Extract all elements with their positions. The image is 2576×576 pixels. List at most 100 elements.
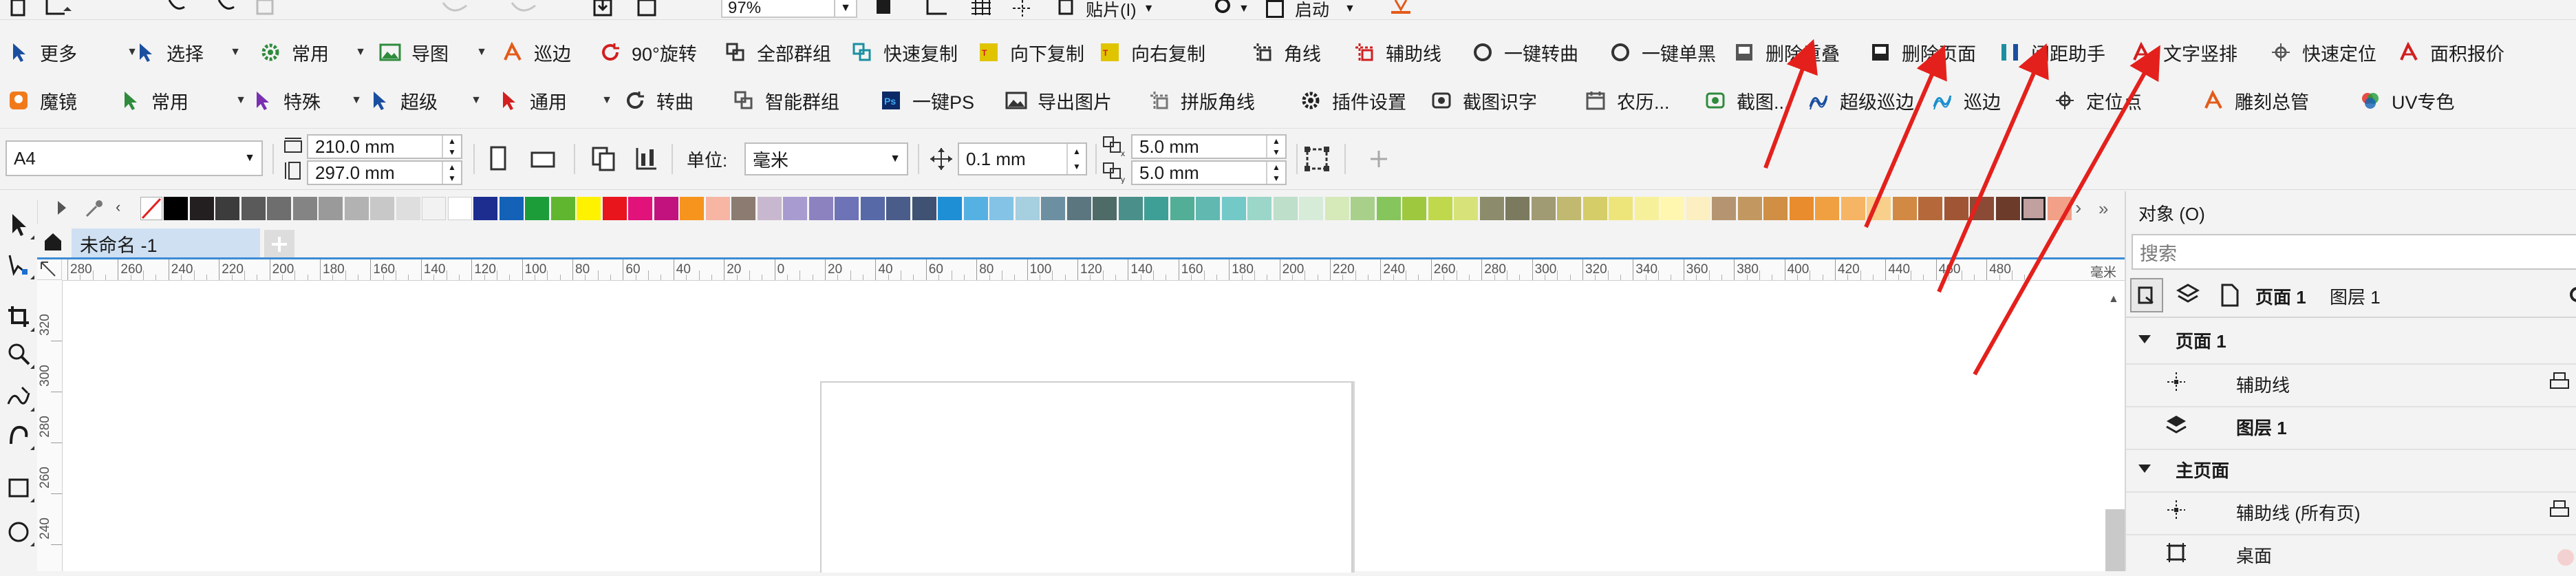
- toolbar-button-cursor[interactable]: 更多: [7, 32, 77, 73]
- document-tab[interactable]: 未命名 -1: [72, 228, 260, 259]
- shape-tool-icon[interactable]: [4, 249, 34, 281]
- toolbar-button-delete-page[interactable]: 删除页面: [1869, 32, 1976, 73]
- page-view-icon[interactable]: [2130, 278, 2163, 312]
- color-swatch[interactable]: [1479, 197, 1504, 220]
- color-swatch[interactable]: [1015, 197, 1040, 220]
- chevron-down-icon[interactable]: ▼: [599, 80, 615, 121]
- chevron-down-icon[interactable]: ▼: [468, 80, 484, 121]
- color-swatch[interactable]: [215, 197, 239, 220]
- color-swatch[interactable]: [2021, 197, 2046, 220]
- color-swatch[interactable]: [422, 197, 446, 220]
- color-swatch[interactable]: [1273, 197, 1298, 220]
- color-swatch[interactable]: [396, 197, 420, 220]
- guidelines-icon[interactable]: [1010, 0, 1035, 18]
- color-swatch[interactable]: [1428, 197, 1452, 220]
- toolbar-button-copy-down[interactable]: T 向下复制: [977, 32, 1084, 73]
- color-swatch[interactable]: [370, 197, 394, 220]
- bleed-frame-icon[interactable]: [1300, 142, 1333, 175]
- zoom-level-combo[interactable]: 97% ▼: [721, 0, 857, 18]
- freehand-tool-icon[interactable]: [4, 381, 34, 413]
- toolbar-button-group[interactable]: 全部群组: [724, 32, 831, 73]
- toolbar-button-magic-mirror[interactable]: 魔镜: [7, 80, 77, 121]
- color-swatch[interactable]: [1505, 197, 1530, 220]
- color-swatch[interactable]: [1995, 197, 2020, 220]
- toolbar-button-settings[interactable]: 插件设置: [1299, 80, 1406, 121]
- breadcrumb-layer[interactable]: 图层 1: [2330, 284, 2381, 309]
- chevron-down-icon[interactable]: ▼: [1238, 0, 1249, 18]
- toolbar-button-imposition[interactable]: 拼版角线: [1148, 80, 1255, 121]
- dup-y-stepper[interactable]: ▲ ▼: [1266, 162, 1285, 184]
- color-swatch[interactable]: [267, 197, 291, 220]
- undo-stub-icon[interactable]: [165, 0, 193, 18]
- chevron-down-icon[interactable]: ▼: [348, 80, 365, 121]
- toolbar-button-smart-group[interactable]: 智能群组: [732, 80, 839, 121]
- pick-tool-icon[interactable]: [4, 209, 34, 241]
- chevron-down-icon[interactable]: ▼: [883, 144, 907, 174]
- color-swatch[interactable]: [1686, 197, 1710, 220]
- scroll-up-icon[interactable]: ▲: [2108, 293, 2119, 306]
- options-gear-icon[interactable]: [1211, 0, 1234, 18]
- toolbar-button-rotate[interactable]: 90°旋转: [599, 32, 697, 73]
- open-icon[interactable]: [44, 0, 72, 18]
- toolbar-button-crosshair[interactable]: 定位点: [2053, 80, 2142, 121]
- docker-settings-icon[interactable]: [2566, 285, 2576, 310]
- color-swatch[interactable]: [1918, 197, 1942, 220]
- color-swatch[interactable]: [602, 197, 627, 220]
- toolbar-button-engrave[interactable]: 雕刻总管: [2202, 80, 2309, 121]
- color-swatch[interactable]: [757, 197, 782, 220]
- toolbar-button-select-arrow[interactable]: 选择: [133, 32, 204, 73]
- color-swatch[interactable]: [1634, 197, 1659, 220]
- redo-stub-icon[interactable]: [215, 0, 242, 18]
- fullscreen-icon[interactable]: [874, 0, 894, 18]
- color-swatch[interactable]: [1041, 197, 1065, 220]
- unit-select[interactable]: 毫米 ▼: [744, 142, 908, 175]
- paste-menu[interactable]: 贴片(I) ▼: [1086, 0, 1155, 20]
- toolbar-button-trace[interactable]: 巡边: [1931, 80, 2001, 121]
- color-swatch[interactable]: [1299, 197, 1323, 220]
- import-icon[interactable]: [592, 0, 615, 18]
- color-swatch[interactable]: [1582, 197, 1607, 220]
- color-swatch[interactable]: [1118, 197, 1143, 220]
- printer-icon[interactable]: [2548, 372, 2572, 397]
- collapse-triangle-icon[interactable]: [2137, 459, 2152, 480]
- color-swatch[interactable]: [1221, 197, 1246, 220]
- toolbar-button-screenshot[interactable]: 截图...: [1704, 80, 1790, 121]
- page-height-field[interactable]: 297.0 mm ▲ ▼: [307, 160, 462, 185]
- color-swatch[interactable]: [344, 197, 369, 220]
- current-page-icon[interactable]: [630, 142, 663, 175]
- home-icon[interactable]: [43, 231, 63, 257]
- grid-icon[interactable]: [969, 0, 994, 18]
- landscape-icon[interactable]: [527, 142, 560, 175]
- ruler-origin-icon[interactable]: [37, 259, 62, 280]
- color-swatch[interactable]: [1763, 197, 1788, 220]
- color-swatch[interactable]: [1093, 197, 1117, 220]
- tree-node[interactable]: 桌面: [2126, 534, 2576, 574]
- eyedropper-icon[interactable]: [84, 198, 105, 224]
- color-swatch[interactable]: [963, 197, 988, 220]
- toolbar-button-trace-border[interactable]: 巡边: [501, 32, 571, 73]
- palette-expand-icon[interactable]: »: [2099, 198, 2108, 220]
- toolbar-button-price[interactable]: 面积报价: [2397, 32, 2504, 73]
- toolbar-button-gear[interactable]: 常用: [259, 32, 329, 73]
- artistic-media-tool-icon[interactable]: [4, 420, 34, 451]
- scrollbar-thumb[interactable]: [2105, 509, 2125, 571]
- vertical-ruler[interactable]: 320 300 280 260 240: [37, 280, 63, 571]
- color-swatch[interactable]: [1712, 197, 1736, 220]
- color-swatch[interactable]: [1144, 197, 1168, 220]
- toolbar-button-super-trace[interactable]: 超级巡边: [1807, 80, 1914, 121]
- color-swatch[interactable]: [319, 197, 343, 220]
- snap-icon[interactable]: [1057, 0, 1082, 18]
- color-swatch[interactable]: [1789, 197, 1814, 220]
- chevron-down-icon[interactable]: ▼: [1144, 3, 1155, 15]
- tree-node[interactable]: 页面 1: [2126, 321, 2576, 359]
- color-swatch[interactable]: [1815, 197, 1839, 220]
- toolbar-button-ocr[interactable]: 截图识字: [1430, 80, 1537, 121]
- vertical-scrollbar[interactable]: ▲: [2104, 289, 2125, 571]
- dup-x-stepper[interactable]: ▲ ▼: [1266, 136, 1285, 158]
- chevron-down-icon[interactable]: ▼: [352, 32, 369, 73]
- no-color-swatch[interactable]: [140, 197, 162, 220]
- document-page[interactable]: [820, 381, 1353, 573]
- color-swatch[interactable]: [680, 197, 704, 220]
- color-swatch[interactable]: [1351, 197, 1375, 220]
- toolbar-button-ps[interactable]: Ps 一键PS: [879, 80, 974, 121]
